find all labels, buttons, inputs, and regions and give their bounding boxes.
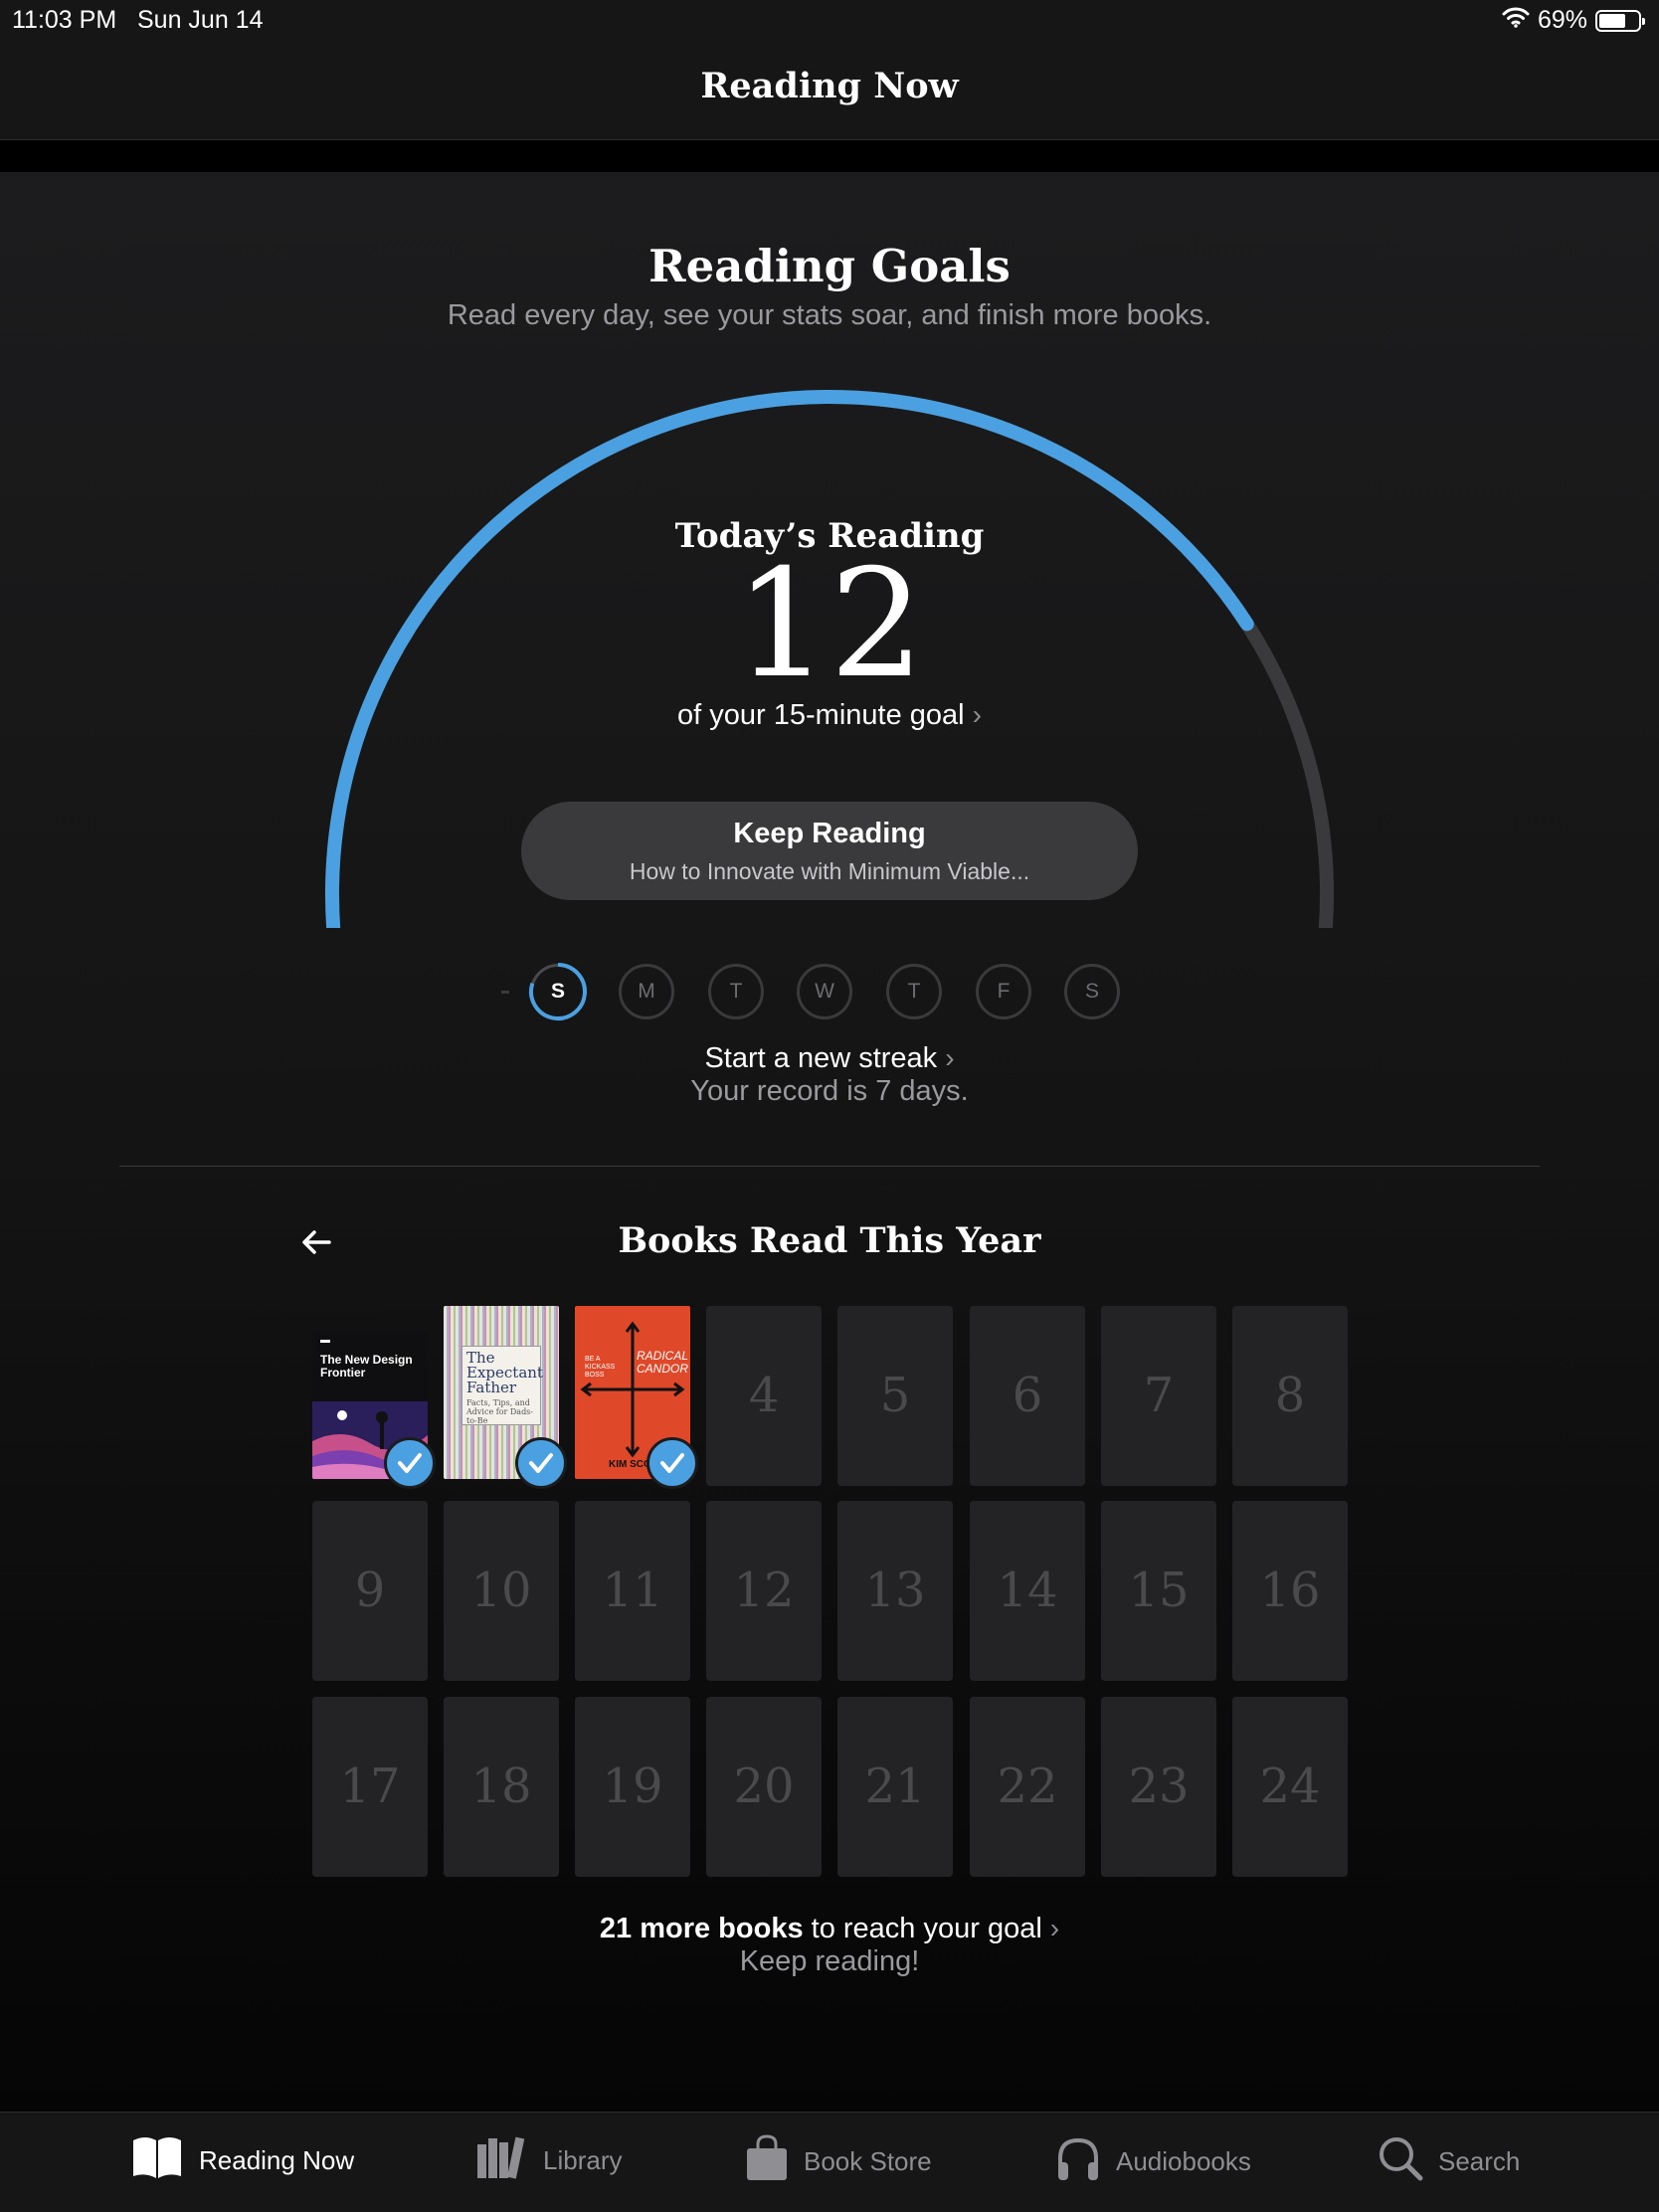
remaining-text: to reach your goal (803, 1913, 1042, 1944)
reading-goals-panel: Reading Goals Read every day, see your s… (0, 172, 1659, 2112)
library-icon (475, 2134, 529, 2187)
streak-link[interactable]: Start a new streak › (0, 1042, 1659, 1075)
streak-title: Start a new streak (704, 1042, 938, 1074)
book-slot: 14 (970, 1501, 1085, 1681)
page-title: Reading Now (700, 66, 959, 106)
keep-reading-book: How to Innovate with Minimum Viable... (629, 858, 1030, 884)
book-slot: 8 (1232, 1306, 1348, 1486)
goal-remaining-link[interactable]: 21 more books to reach your goal › (0, 1913, 1659, 1945)
streak-connector (501, 991, 509, 994)
book-slot: 22 (970, 1697, 1085, 1877)
streak-record: Your record is 7 days. (690, 1075, 969, 1107)
book-slot: 5 (837, 1306, 953, 1486)
tab-label: Reading Now (199, 2145, 355, 2175)
book-slot: 15 (1101, 1501, 1216, 1681)
day-circle: W (797, 964, 852, 1019)
tab-library[interactable]: Library (475, 2134, 622, 2187)
status-bar: 11:03 PM Sun Jun 14 69% (0, 0, 1659, 40)
tab-label: Book Store (804, 2146, 932, 2176)
status-date: Sun Jun 14 (137, 6, 264, 34)
keep-reading-label: Keep Reading (733, 818, 926, 849)
chevron-right-icon: › (945, 1042, 955, 1073)
status-time: 11:03 PM (12, 6, 117, 34)
book-slot: 11 (575, 1501, 690, 1681)
book-slot: 12 (706, 1501, 822, 1681)
checkmark-icon (646, 1437, 698, 1489)
checkmark-icon (515, 1437, 567, 1489)
book-slot: 19 (575, 1697, 690, 1877)
book-slot: 16 (1232, 1501, 1348, 1681)
book-slot: 21 (837, 1697, 953, 1877)
remaining-count: 21 more books (599, 1913, 804, 1944)
books-read-title: Books Read This Year (618, 1220, 1041, 1261)
wifi-icon (1502, 6, 1530, 35)
battery-percent: 69% (1537, 6, 1587, 34)
section-divider (119, 1166, 1540, 1167)
tab-label: Library (543, 2145, 623, 2175)
book-slot: 23 (1101, 1697, 1216, 1877)
tab-label: Search (1438, 2146, 1521, 2176)
tab-search[interactable]: Search (1377, 2134, 1520, 2189)
todays-reading-minutes: 12 (734, 538, 925, 711)
goal-link[interactable]: of your 15-minute goal › (0, 699, 1659, 732)
tab-reading-now[interactable]: Reading Now (129, 2134, 354, 2187)
battery-icon (1595, 9, 1645, 32)
bag-icon (744, 2134, 790, 2189)
headphones-icon (1054, 2134, 1102, 2189)
encouragement-text: Keep reading! (739, 1945, 920, 1977)
goal-text: of your 15-minute goal (677, 699, 965, 731)
book-slot: 24 (1232, 1697, 1348, 1877)
status-right: 69% (1502, 6, 1645, 35)
book-tagline: BE A KICKASS BOSS (585, 1356, 616, 1379)
book-slot: 9 (312, 1501, 428, 1681)
keep-reading-button[interactable]: Keep Reading How to Innovate with Minimu… (521, 802, 1138, 900)
book-subtitle: Facts, Tips, and Advice for Dads-to-Be (466, 1398, 533, 1425)
tab-audiobooks[interactable]: Audiobooks (1054, 2134, 1251, 2189)
book-slot: 20 (706, 1697, 822, 1877)
book-slot: 4 (706, 1306, 822, 1486)
book-slot: 13 (837, 1501, 953, 1681)
book-open-icon (129, 2134, 185, 2187)
book-slot: 6 (970, 1306, 1085, 1486)
tab-bar: Reading Now Library Book Store Audiobook… (0, 2112, 1659, 2212)
tab-label: Audiobooks (1116, 2146, 1251, 2176)
checkmark-icon (384, 1437, 436, 1489)
tab-book-store[interactable]: Book Store (744, 2134, 932, 2189)
book-slot: 17 (312, 1697, 428, 1877)
book-slot: 7 (1101, 1306, 1216, 1486)
chevron-right-icon: › (972, 699, 982, 730)
day-progress-ring (529, 963, 587, 1020)
search-icon (1377, 2134, 1424, 2189)
day-circle: T (886, 964, 942, 1019)
day-circle: F (976, 964, 1031, 1019)
book-slot: 18 (444, 1697, 559, 1877)
book-title: The Expectant Father (466, 1349, 543, 1396)
book-title: RADICAL CANDOR (637, 1349, 689, 1376)
book-slot: 10 (444, 1501, 559, 1681)
nav-bar: Reading Now (0, 40, 1659, 140)
day-circle: S (1064, 964, 1120, 1019)
chevron-right-icon: › (1049, 1913, 1060, 1943)
day-circle: M (619, 964, 674, 1019)
day-circle: T (708, 964, 764, 1019)
book-title: The New Design Frontier (320, 1353, 413, 1380)
